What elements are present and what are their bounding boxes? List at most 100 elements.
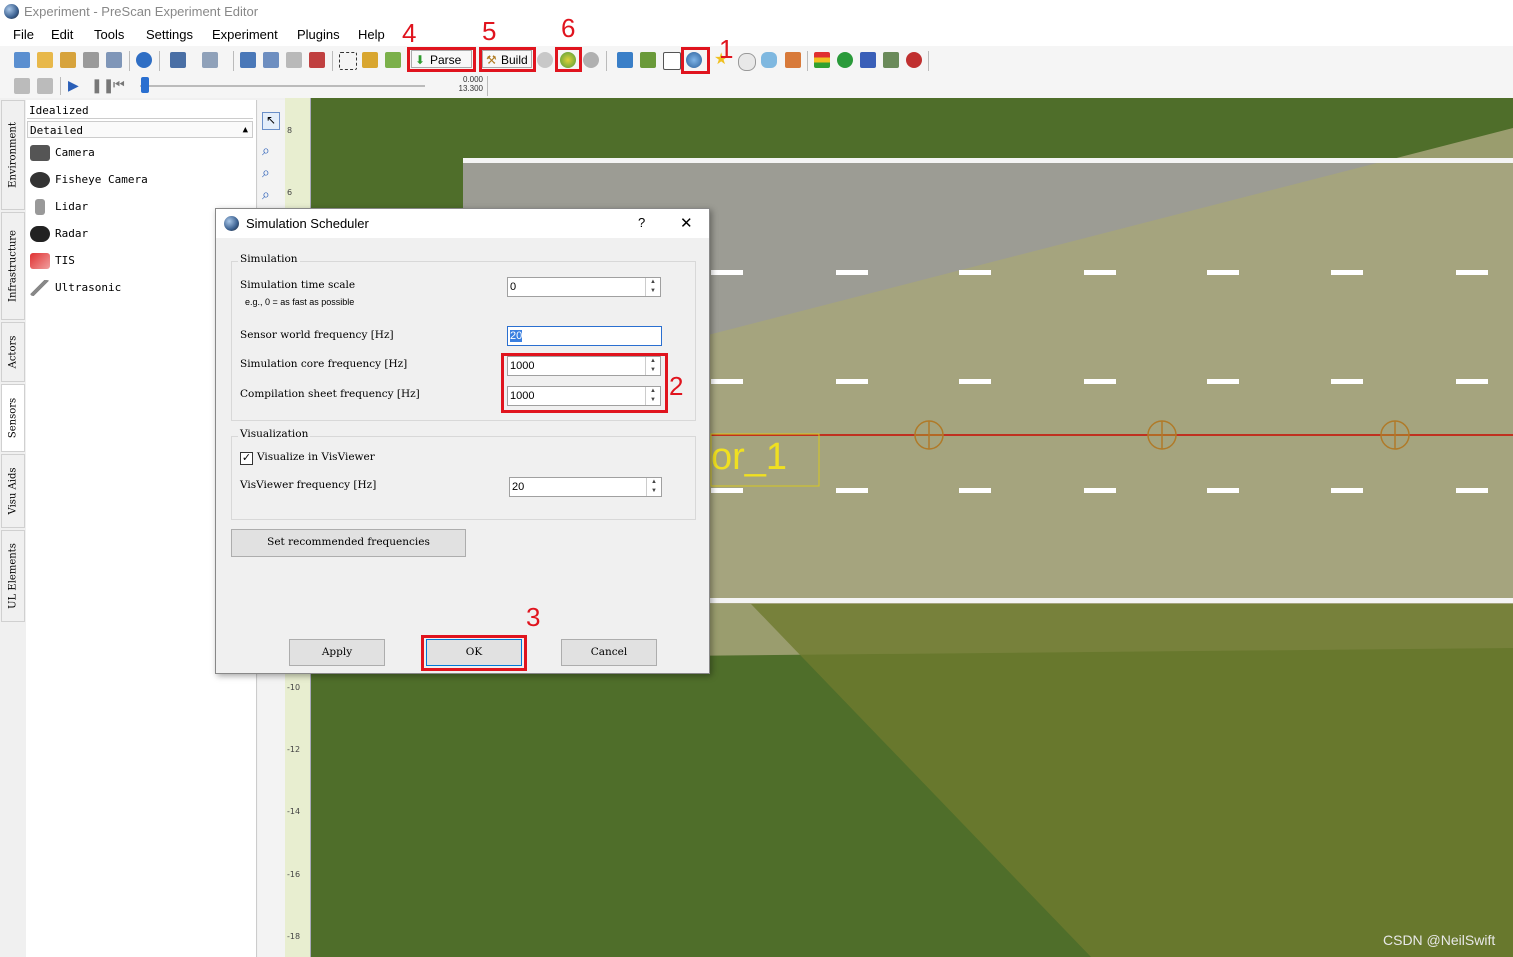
tab-ul-elements[interactable]: UL Elements xyxy=(1,530,25,622)
title-bar: Experiment - PreScan Experiment Editor xyxy=(0,0,1513,24)
dialog-title: Simulation Scheduler xyxy=(246,216,369,231)
record-icon[interactable] xyxy=(14,78,30,94)
time-scale-hint: e.g., 0 = as fast as possible xyxy=(245,297,355,307)
list-item-lidar[interactable]: Lidar xyxy=(30,196,88,218)
help-icon[interactable] xyxy=(136,52,152,68)
time-slider-thumb[interactable] xyxy=(141,77,149,93)
list-item-camera[interactable]: Camera xyxy=(30,142,95,164)
item-label: Radar xyxy=(55,227,89,240)
save-icon[interactable] xyxy=(83,52,99,68)
tools-icon[interactable] xyxy=(640,52,656,68)
menu-plugins[interactable]: Plugins xyxy=(297,27,340,42)
item-label: TIS xyxy=(55,254,75,267)
redo-icon[interactable] xyxy=(202,52,218,68)
sensor-freq-input[interactable]: 20 xyxy=(507,326,662,346)
group-detailed[interactable]: Detailed ▲ xyxy=(27,121,253,138)
stop-gray-icon[interactable] xyxy=(537,52,553,68)
paste-icon[interactable] xyxy=(286,52,302,68)
tab-sensors[interactable]: Sensors xyxy=(1,384,25,452)
visviewer-freq-value: 20 xyxy=(512,481,525,493)
copy-icon[interactable] xyxy=(263,52,279,68)
group-idealized[interactable]: Idealized xyxy=(27,102,253,119)
chart-icon[interactable] xyxy=(785,52,801,68)
sensor-freq-value: 20 xyxy=(510,330,523,342)
zoom-area-icon[interactable]: ⌕ xyxy=(262,142,280,160)
item-label: Fisheye Camera xyxy=(55,173,148,186)
bug-icon[interactable] xyxy=(906,52,922,68)
menu-help[interactable]: Help xyxy=(358,27,385,42)
app-icon xyxy=(4,4,19,19)
ruler-tick: 6 xyxy=(287,188,293,197)
pencil-icon[interactable] xyxy=(385,52,401,68)
time-readout-bottom: 13.300 xyxy=(458,84,483,93)
time-slider-track[interactable] xyxy=(140,85,425,87)
zoom-in-icon[interactable]: ⌕ xyxy=(262,164,280,182)
cut-icon[interactable] xyxy=(240,52,256,68)
time-scale-spinbox[interactable]: 0 ▲ ▼ xyxy=(507,277,661,297)
menu-edit[interactable]: Edit xyxy=(51,27,73,42)
grid-icon[interactable] xyxy=(663,52,681,70)
separator xyxy=(159,51,160,71)
tab-label: UL Elements xyxy=(7,543,19,609)
cloud-icon[interactable] xyxy=(738,53,756,71)
fisheye-camera-icon xyxy=(30,172,50,188)
rewind-icon[interactable]: ⏮ xyxy=(113,77,125,93)
network-icon[interactable] xyxy=(883,52,899,68)
spin-arrows[interactable]: ▲ ▼ xyxy=(645,278,660,296)
menu-file[interactable]: File xyxy=(13,27,34,42)
weather-icon[interactable] xyxy=(761,52,777,68)
save-as-icon[interactable] xyxy=(106,52,122,68)
zoom-out-icon[interactable]: ⌕ xyxy=(262,186,280,204)
annotation-2: 2 xyxy=(669,371,684,401)
tab-environment[interactable]: Environment xyxy=(1,100,25,210)
invoke-gray-icon[interactable] xyxy=(583,52,599,68)
tab-visu-aids[interactable]: Visu Aids xyxy=(1,454,25,528)
visualize-checkbox[interactable]: ✓ xyxy=(240,452,253,465)
road-icon[interactable] xyxy=(617,52,633,68)
list-item-fisheye-camera[interactable]: Fisheye Camera xyxy=(30,169,148,191)
tab-actors[interactable]: Actors xyxy=(1,322,25,382)
time-scale-label: Simulation time scale xyxy=(240,279,356,291)
pause-icon[interactable]: ❚❚ xyxy=(91,77,114,94)
ruler-tick: -12 xyxy=(287,745,301,754)
menu-experiment[interactable]: Experiment xyxy=(212,27,278,42)
sensor-freq-label: Sensor world frequency [Hz] xyxy=(240,329,394,341)
ruler-tick: 8 xyxy=(287,126,293,135)
separator xyxy=(807,51,808,71)
pointer-icon[interactable]: ↖ xyxy=(262,112,280,130)
menu-settings[interactable]: Settings xyxy=(146,27,193,42)
select-all-icon[interactable] xyxy=(339,52,357,70)
open-folder-icon[interactable] xyxy=(60,52,76,68)
ok-highlight xyxy=(421,635,527,671)
globe-icon[interactable] xyxy=(837,52,853,68)
new-icon[interactable] xyxy=(14,52,30,68)
tab-infrastructure[interactable]: Infrastructure xyxy=(1,212,25,320)
main-toolbar: ⬇ Parse ⚒ Build ★ xyxy=(0,46,1513,74)
help-button[interactable]: ? xyxy=(638,215,645,230)
separator xyxy=(487,76,488,96)
visualize-label: Visualize in VisViewer xyxy=(257,451,375,463)
close-button[interactable]: ✕ xyxy=(680,214,693,232)
list-item-tis[interactable]: TIS xyxy=(30,250,75,272)
apply-button[interactable]: Apply xyxy=(289,639,385,666)
time-scale-value: 0 xyxy=(510,281,517,293)
traffic-icon[interactable] xyxy=(814,52,830,68)
radar-icon xyxy=(30,226,50,242)
visviewer-freq-spinbox[interactable]: 20 ▲ ▼ xyxy=(509,477,662,497)
simulation-group-title: Simulation xyxy=(238,253,300,265)
list-item-ultrasonic[interactable]: Ultrasonic xyxy=(30,277,121,299)
spin-arrows[interactable]: ▲ ▼ xyxy=(646,478,661,496)
set-recommended-button[interactable]: Set recommended frequencies xyxy=(231,529,466,557)
menu-tools[interactable]: Tools xyxy=(94,27,124,42)
cancel-button[interactable]: Cancel xyxy=(561,639,657,666)
open-icon[interactable] xyxy=(37,52,53,68)
watermark: CSDN @NeilSwift xyxy=(1383,932,1496,948)
list-item-radar[interactable]: Radar xyxy=(30,223,88,245)
record-all-icon[interactable] xyxy=(37,78,53,94)
annotation-4: 4 xyxy=(402,18,417,48)
vehicles-icon[interactable] xyxy=(860,52,876,68)
delete-icon[interactable] xyxy=(309,52,325,68)
play-icon[interactable]: ▶ xyxy=(68,77,79,94)
undo-icon[interactable] xyxy=(170,52,186,68)
key-icon[interactable] xyxy=(362,52,378,68)
